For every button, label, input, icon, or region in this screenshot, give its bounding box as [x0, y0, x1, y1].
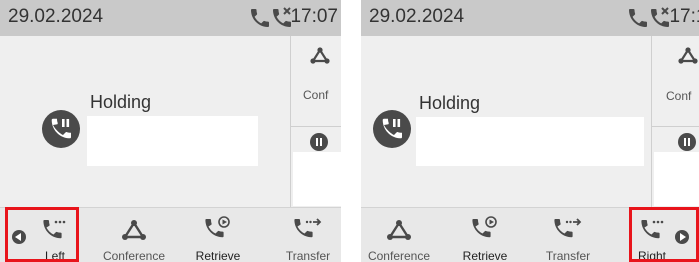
softkey-transfer[interactable]: Transfer: [533, 208, 603, 262]
missed-call-icon: [651, 7, 669, 27]
softkey-label: Retrieve: [462, 249, 508, 262]
pause-icon[interactable]: [678, 133, 696, 151]
side-call-field: [654, 152, 699, 206]
date-label: 29.02.2024: [8, 6, 104, 27]
call-status-label: Holding: [419, 93, 481, 113]
call-hold-icon: [373, 110, 411, 148]
conference-icon: [122, 220, 146, 240]
softkey-transfer[interactable]: Transfer: [276, 208, 340, 262]
call-resume-icon: [472, 216, 497, 238]
highlight-frame: [629, 207, 699, 262]
phone-icon: [629, 9, 647, 27]
status-bar: 29.02.2024 17:07: [0, 0, 341, 36]
time-label: 17:07: [290, 6, 338, 27]
call-status-label: Holding: [90, 92, 152, 112]
call-panel: Holding: [0, 36, 291, 207]
transfer-icon: [554, 218, 582, 238]
softkey-retrieve[interactable]: Retrieve: [453, 208, 517, 262]
side-panel: Conf: [291, 36, 341, 207]
status-bar: 29.02.2024 17:12: [361, 0, 699, 36]
call-hold-icon: [42, 110, 80, 148]
caller-info-field: [416, 117, 644, 166]
conference-icon[interactable]: [677, 46, 699, 66]
softkey-conference[interactable]: Conference: [96, 208, 172, 262]
conference-icon[interactable]: [309, 46, 331, 66]
phone-screen-left: 29.02.2024 17:07 Holding Conf Left Confe…: [0, 0, 341, 262]
softkey-label: Transfer: [545, 249, 591, 262]
phone-icon: [251, 9, 269, 27]
divider: [291, 126, 341, 127]
softkey-label: Conference: [367, 249, 431, 262]
softkey-label: Conference: [102, 249, 166, 262]
conf-label[interactable]: Conf: [303, 88, 328, 102]
call-resume-icon: [205, 216, 230, 238]
side-panel: Conf: [652, 36, 699, 207]
pause-icon[interactable]: [310, 133, 328, 151]
divider: [652, 126, 699, 127]
softkey-conference[interactable]: Conference: [361, 208, 437, 262]
softkey-label: Retrieve: [195, 249, 241, 262]
time-label: 17:12: [669, 6, 699, 27]
highlight-frame: [5, 207, 79, 262]
transfer-icon: [294, 218, 322, 238]
call-panel: Holding: [361, 36, 652, 207]
softkey-retrieve[interactable]: Retrieve: [186, 208, 250, 262]
softkey-label: Transfer: [285, 249, 331, 262]
phone-screen-right: 29.02.2024 17:12 Holding Conf: [361, 0, 699, 262]
caller-info-field: [87, 116, 258, 166]
side-call-field: [293, 152, 341, 206]
conference-icon: [387, 220, 411, 240]
date-label: 29.02.2024: [369, 6, 465, 27]
conf-label[interactable]: Conf: [666, 89, 691, 103]
